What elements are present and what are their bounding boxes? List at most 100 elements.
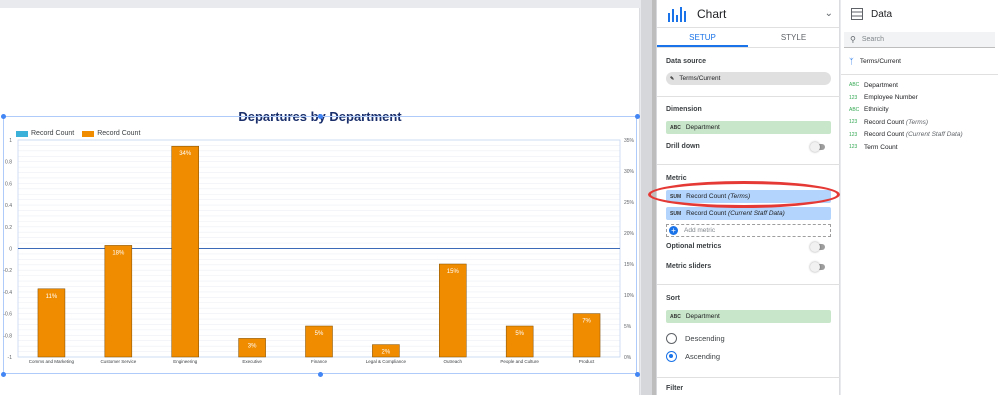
sum-tag: SUM — [670, 210, 682, 217]
data-panel-header: Data — [841, 0, 998, 28]
field-source: (Current Staff Data) — [905, 131, 963, 139]
y2-tick-label: 5% — [624, 324, 632, 330]
search-input[interactable]: ⚲ Search — [844, 32, 995, 48]
metric-source: (Current Staff Data) — [728, 210, 785, 217]
y-tick-label: 0.4 — [5, 203, 12, 209]
field-item[interactable]: ABC Ethnicity — [841, 104, 998, 116]
panel-title: Chart — [697, 6, 727, 21]
resize-handle[interactable] — [1, 372, 6, 377]
data-panel-title: Data — [871, 8, 893, 20]
divider — [657, 377, 840, 378]
field-item[interactable]: 123 Record Count (Current Staff Data) — [841, 129, 998, 141]
divider — [657, 96, 840, 97]
bar — [439, 263, 467, 358]
field-name: Term Count — [864, 143, 898, 151]
text-type-icon: ABC — [670, 313, 681, 320]
data-source-name: Terms/Current — [679, 75, 721, 82]
table-icon — [851, 8, 863, 20]
bar-data-label: 11% — [46, 294, 58, 300]
x-tick-label: Finance — [311, 359, 328, 364]
data-source-row[interactable]: ᛉ Terms/Current — [841, 54, 998, 68]
bar-data-label: 18% — [112, 250, 125, 256]
field-item[interactable]: 123 Employee Number — [841, 91, 998, 103]
sort-chip[interactable]: ABC Department — [666, 310, 831, 323]
y2-tick-label: 35% — [624, 138, 635, 144]
drill-down-toggle[interactable] — [810, 142, 825, 152]
descending-radio[interactable]: Descending — [666, 333, 831, 344]
bar-data-label: 5% — [315, 331, 324, 337]
x-tick-label: Customer Service — [100, 359, 136, 364]
x-tick-label: Legal & Compliance — [366, 359, 407, 364]
field-type-icon: 123 — [849, 144, 858, 151]
y2-tick-label: 20% — [624, 231, 635, 237]
dimension-chip[interactable]: ABC Department — [666, 121, 831, 134]
ascending-radio[interactable]: Ascending — [666, 351, 831, 362]
ascending-label: Ascending — [685, 352, 721, 361]
chevron-down-icon[interactable]: ⌄ — [825, 8, 833, 19]
tab-style[interactable]: STYLE — [748, 28, 839, 47]
resize-handle[interactable] — [318, 372, 323, 377]
bar-data-label: 2% — [382, 350, 391, 356]
field-source: (Terms) — [905, 118, 929, 126]
bar-chart: 1 0.8 0.6 0.4 0.2 0 -0.2 -0.4 -0.6 -0.8 -1 35% 30% 25… — [3, 138, 635, 364]
bar-data-label: 3% — [248, 343, 257, 349]
field-item[interactable]: ABC Department — [841, 79, 998, 91]
add-metric-label: Add metric — [684, 227, 716, 234]
resize-handle[interactable] — [635, 372, 640, 377]
field-item[interactable]: 123 Record Count (Terms) — [841, 116, 998, 128]
pencil-icon[interactable]: ✎ — [670, 76, 674, 82]
tab-setup[interactable]: SETUP — [657, 28, 748, 47]
field-name: Record Count — [864, 118, 905, 126]
y-tick-label: 0.8 — [5, 160, 12, 166]
x-tick-label: Product — [579, 359, 595, 364]
dimension-name: Department — [685, 124, 720, 131]
radio-circle[interactable] — [666, 351, 677, 362]
y-tick-label: -0.6 — [3, 312, 12, 318]
metric-sliders-toggle[interactable] — [810, 262, 825, 272]
y2-tick-label: 25% — [624, 200, 635, 206]
resize-handle[interactable] — [318, 114, 323, 119]
bar-chart-icon — [668, 6, 686, 22]
field-name: Department — [864, 81, 898, 89]
blend-icon: ᛉ — [849, 56, 854, 66]
y2-tick-label: 10% — [624, 293, 635, 299]
sort-field-name: Department — [685, 313, 720, 320]
y2-tick-label: 15% — [624, 262, 635, 268]
panel-tabs: SETUP STYLE — [657, 28, 839, 48]
field-list: ABC Department 123 Employee Number ABC Ethn… — [841, 74, 998, 153]
x-tick-label: Engineering — [173, 359, 198, 364]
data-source-name: Terms/Current — [859, 57, 901, 65]
y-tick-label: 0 — [9, 247, 12, 253]
y-tick-label: 0.6 — [5, 181, 12, 187]
x-tick-label: People and Culture — [500, 359, 539, 364]
text-type-icon: ABC — [670, 124, 681, 131]
y2-tick-label: 30% — [624, 169, 635, 175]
descending-label: Descending — [685, 334, 725, 343]
divider — [657, 164, 840, 165]
add-metric-button[interactable]: + Add metric — [666, 224, 831, 237]
metric-chip[interactable]: SUM Record Count (Current Staff Data) — [666, 207, 831, 220]
field-item[interactable]: 123 Term Count — [841, 141, 998, 153]
radio-circle[interactable] — [666, 333, 677, 344]
highlight-ellipse — [648, 181, 840, 208]
metric-sliders-label: Metric sliders — [666, 263, 712, 270]
bar — [104, 245, 133, 358]
field-type-icon: 123 — [849, 119, 858, 126]
y-tick-label: 0.2 — [5, 225, 12, 231]
y2-tick-label: 0% — [624, 355, 632, 361]
optional-metrics-toggle[interactable] — [810, 242, 825, 252]
sort-label: Sort — [666, 295, 680, 302]
data-source-chip[interactable]: ✎ Terms/Current — [666, 72, 831, 85]
add-icon: + — [669, 226, 678, 235]
resize-handle[interactable] — [635, 114, 640, 119]
field-name: Record Count — [864, 131, 905, 139]
optional-metrics-label: Optional metrics — [666, 243, 722, 250]
x-tick-label: Outreach — [444, 359, 463, 364]
field-type-icon: 123 — [849, 94, 858, 101]
resize-handle[interactable] — [1, 114, 6, 119]
y-tick-label: -1 — [8, 355, 13, 361]
bar-data-label: 34% — [179, 151, 192, 157]
bar-data-label: 7% — [582, 319, 591, 325]
metric-name: Record Count — [686, 210, 727, 217]
dimension-label: Dimension — [666, 106, 702, 113]
